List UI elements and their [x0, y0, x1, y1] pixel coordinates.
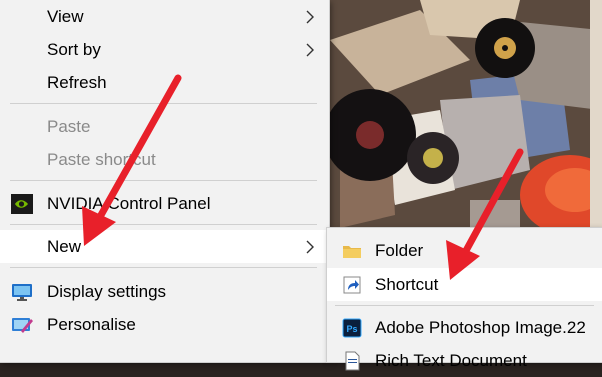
menu-item-personalise[interactable]: Personalise: [0, 308, 329, 341]
submenu-item-shortcut[interactable]: Shortcut: [327, 268, 602, 301]
submenu-item-folder-label: Folder: [375, 241, 424, 260]
chevron-right-icon: [306, 10, 314, 24]
menu-item-personalise-label: Personalise: [47, 315, 136, 334]
submenu-separator: [335, 305, 594, 306]
folder-icon: [343, 246, 361, 258]
menu-separator: [10, 180, 317, 181]
submenu-item-photoshop-image[interactable]: Ps Adobe Photoshop Image.22: [327, 311, 602, 344]
shortcut-icon: [343, 276, 361, 294]
submenu-item-rich-text-document[interactable]: Rich Text Document: [327, 344, 602, 377]
menu-item-refresh[interactable]: Refresh: [0, 66, 329, 99]
menu-item-new[interactable]: New: [0, 230, 329, 263]
submenu-item-folder[interactable]: Folder: [327, 234, 602, 267]
menu-item-display-settings-label: Display settings: [47, 282, 167, 301]
menu-item-refresh-label: Refresh: [47, 73, 107, 92]
submenu-item-rich-text-label: Rich Text Document: [375, 351, 527, 370]
menu-separator: [10, 267, 317, 268]
menu-separator: [10, 224, 317, 225]
menu-item-paste-shortcut-label: Paste shortcut: [47, 150, 156, 169]
menu-item-view[interactable]: View: [0, 0, 329, 33]
submenu-item-shortcut-label: Shortcut: [375, 275, 439, 294]
document-icon: [345, 351, 360, 371]
menu-item-paste: Paste: [0, 110, 329, 143]
chevron-right-icon: [306, 43, 314, 57]
desktop-context-menu: View Sort by Refresh Paste Paste shortcu…: [0, 0, 329, 362]
submenu-item-photoshop-label: Adobe Photoshop Image.22: [375, 318, 586, 337]
menu-item-view-label: View: [47, 7, 84, 26]
menu-item-paste-shortcut: Paste shortcut: [0, 143, 329, 176]
menu-item-nvidia-label: NVIDIA Control Panel: [47, 194, 211, 213]
personalise-icon: [12, 318, 33, 333]
menu-item-sort-by-label: Sort by: [47, 40, 101, 59]
menu-item-sort-by[interactable]: Sort by: [0, 33, 329, 66]
chevron-right-icon: [306, 240, 314, 254]
menu-item-new-label: New: [47, 237, 82, 256]
menu-item-nvidia-control-panel[interactable]: NVIDIA Control Panel: [0, 187, 329, 220]
new-submenu: Folder Shortcut Ps Adobe Photoshop Image…: [327, 228, 602, 371]
photoshop-icon: Ps: [342, 318, 362, 338]
svg-text:Ps: Ps: [346, 324, 357, 334]
nvidia-icon: [11, 194, 33, 214]
menu-item-display-settings[interactable]: Display settings: [0, 275, 329, 308]
menu-separator: [10, 103, 317, 104]
menu-item-paste-label: Paste: [47, 117, 91, 136]
monitor-icon: [12, 284, 32, 301]
